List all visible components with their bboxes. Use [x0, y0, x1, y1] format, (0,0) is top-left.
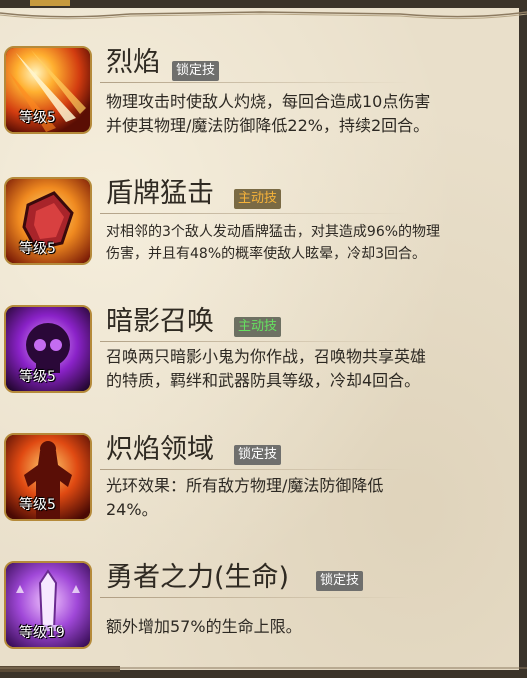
description-line: 伤害，并且有48%的概率使敌人眩晕，冷却3回合。 — [106, 246, 427, 262]
skill-icon[interactable]: 等级19 — [4, 561, 92, 649]
skill-type-tag: 主动技 — [234, 189, 282, 209]
description-line: 额外增加57%的生命上限。 — [106, 617, 302, 636]
skill-row[interactable]: 等级5 暗影召唤 主动技 召唤两只暗影小鬼为你作战，召唤物共享英雄 的特质，羁绊… — [0, 305, 519, 405]
description-line: 对相邻的3个敌人发动盾牌猛击，对其造成96%的物理 — [106, 224, 441, 240]
skill-row[interactable]: 等级5 盾牌猛击 主动技 对相邻的3个敌人发动盾牌猛击，对其造成96%的物理 伤… — [0, 177, 519, 277]
skill-level-label: 等级5 — [19, 110, 56, 126]
name-divider — [100, 82, 410, 83]
skill-level-label: 等级5 — [19, 241, 56, 257]
description-line: 并使其物理/魔法防御降低22%，持续2回合。 — [106, 116, 430, 135]
skill-row[interactable]: 等级5 烈焰 锁定技 物理攻击时使敌人灼烧，每回合造成10点伤害 并使其物理/魔… — [0, 46, 519, 146]
skill-icon[interactable]: 等级5 — [4, 177, 92, 265]
description-line: 召唤两只暗影小鬼为你作战，召唤物共享英雄 — [106, 347, 427, 366]
name-divider — [100, 341, 410, 342]
skill-name: 烈焰 — [106, 47, 160, 78]
skill-name: 盾牌猛击 — [106, 178, 214, 209]
skill-icon[interactable]: 等级5 — [4, 305, 92, 393]
skill-level-label: 等级5 — [19, 497, 56, 513]
skill-description: 召唤两只暗影小鬼为你作战，召唤物共享英雄 的特质，羁绊和武器防具等级，冷却4回合… — [106, 345, 510, 393]
skill-type-tag: 锁定技 — [234, 445, 282, 465]
skill-name: 勇者之力(生命) — [106, 562, 290, 593]
skill-level-label: 等级5 — [19, 369, 56, 385]
skill-icon[interactable]: 等级5 — [4, 46, 92, 134]
skill-row[interactable]: 等级19 勇者之力(生命) 锁定技 额外增加57%的生命上限。 — [0, 561, 519, 661]
skill-description: 物理攻击时使敌人灼烧，每回合造成10点伤害 并使其物理/魔法防御降低22%，持续… — [106, 90, 510, 138]
name-divider — [100, 213, 410, 214]
name-divider — [100, 597, 410, 598]
skill-type-tag: 主动技 — [234, 317, 282, 337]
skill-icon[interactable]: 等级5 — [4, 433, 92, 521]
bottom-ornament-border — [0, 666, 527, 678]
scrollbar-track[interactable] — [519, 0, 527, 678]
skill-type-tag: 锁定技 — [316, 571, 364, 591]
skill-description: 对相邻的3个敌人发动盾牌猛击，对其造成96%的物理 伤害，并且有48%的概率使敌… — [106, 221, 510, 265]
skill-description: 额外增加57%的生命上限。 — [106, 615, 510, 639]
name-divider — [100, 469, 410, 470]
skill-type-tag: 锁定技 — [172, 61, 220, 81]
skill-level-label: 等级19 — [19, 625, 65, 641]
description-line: 物理攻击时使敌人灼烧，每回合造成10点伤害 — [106, 92, 431, 111]
skill-row[interactable]: 等级5 炽焰领域 锁定技 光环效果：所有敌方物理/魔法防御降低 24%。 — [0, 433, 519, 533]
skill-description: 光环效果：所有敌方物理/魔法防御降低 24%。 — [106, 474, 510, 522]
skill-name: 暗影召唤 — [106, 306, 214, 337]
description-line: 24%。 — [106, 500, 158, 519]
description-line: 的特质，羁绊和武器防具等级，冷却4回合。 — [106, 371, 421, 390]
top-ornament-border — [0, 0, 527, 20]
skill-name: 炽焰领域 — [106, 434, 214, 465]
description-line: 光环效果：所有敌方物理/魔法防御降低 — [106, 476, 384, 495]
